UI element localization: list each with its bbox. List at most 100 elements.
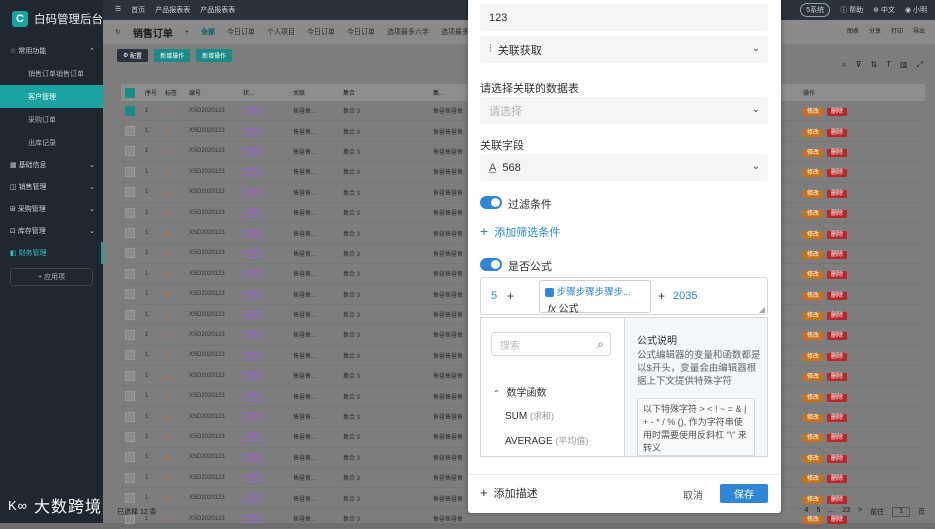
delete-button[interactable]: 删除 — [827, 128, 848, 137]
delete-button[interactable]: 删除 — [827, 475, 848, 484]
page-23[interactable]: 23 — [842, 507, 850, 517]
edit-button[interactable]: 修改 — [803, 414, 824, 423]
function-group[interactable]: ⌃ 数学函数 — [493, 384, 546, 399]
delete-button[interactable]: 删除 — [827, 250, 848, 259]
row-checkbox[interactable] — [125, 329, 135, 340]
tab-personal[interactable]: 个人项目 — [267, 27, 295, 37]
edit-button[interactable]: 修改 — [803, 291, 824, 300]
row-checkbox[interactable] — [125, 431, 135, 442]
sidebar-item-purchase[interactable]: 采购订单 — [0, 108, 103, 131]
delete-button[interactable]: 删除 — [827, 393, 848, 402]
tab-today-2[interactable]: 今日订单 — [307, 27, 335, 37]
row-checkbox[interactable] — [125, 105, 135, 116]
column-icon[interactable]: ▥ — [900, 60, 908, 70]
add-tab-icon[interactable]: + — [185, 29, 189, 36]
export-button[interactable]: 导出 — [913, 26, 925, 35]
row-checkbox[interactable] — [125, 452, 135, 463]
tab-all[interactable]: 全部 — [201, 27, 215, 37]
function-item-average[interactable]: AVERAGE (平均值) — [505, 434, 588, 447]
delete-button[interactable]: 删除 — [827, 148, 848, 157]
edit-button[interactable]: 修改 — [803, 475, 824, 484]
system-pill[interactable]: 5系统 — [800, 3, 831, 17]
row-checkbox[interactable] — [125, 472, 135, 483]
filter-icon[interactable]: ⊽ — [856, 60, 862, 70]
select-all-checkbox[interactable] — [125, 87, 135, 98]
page-4[interactable]: 4 — [805, 507, 809, 517]
language-switch[interactable]: ⊕ 中文 — [873, 5, 895, 15]
row-checkbox[interactable] — [125, 146, 135, 157]
field-select[interactable]: A̲ 568 ⌄ — [480, 154, 768, 181]
add-op-button-2[interactable]: 新增操作 — [196, 48, 233, 62]
edit-button[interactable]: 修改 — [803, 210, 824, 219]
function-search-input[interactable]: 搜索 ⌕ — [491, 332, 611, 356]
edit-button[interactable]: 修改 — [803, 250, 824, 259]
sidebar-group-common[interactable]: ☆ 常用功能 ⌃ — [0, 40, 103, 62]
edit-button[interactable]: 修改 — [803, 393, 824, 402]
page-next[interactable]: > — [858, 507, 862, 517]
add-op-button-1[interactable]: 新增操作 — [154, 48, 191, 62]
edit-button[interactable]: 修改 — [803, 189, 824, 198]
sidebar-item-outbound[interactable]: 出库记录 — [0, 131, 103, 154]
source-select[interactable]: ⫶ 关联获取 ⌄ — [480, 36, 768, 63]
print-button[interactable]: 打印 — [891, 26, 903, 35]
save-button[interactable]: 保存 — [720, 484, 768, 503]
sidebar-item-customer[interactable]: 客户管理 — [0, 85, 103, 108]
row-checkbox[interactable] — [125, 309, 135, 320]
config-button[interactable]: ⚙ 配置 — [117, 48, 149, 62]
table-select[interactable]: 请选择 ⌄ — [480, 97, 768, 124]
tab-today-3[interactable]: 今日订单 — [347, 27, 375, 37]
delete-button[interactable]: 删除 — [827, 312, 848, 321]
chart-button[interactable]: 图表 — [847, 26, 859, 35]
sidebar-group-finance[interactable]: ◧ 财务管理 — [0, 242, 103, 264]
text-size-icon[interactable]: T — [886, 60, 891, 70]
row-checkbox[interactable] — [125, 248, 135, 259]
edit-button[interactable]: 修改 — [803, 128, 824, 137]
tab-option-6[interactable]: 选项最多六字 — [387, 27, 429, 37]
edit-button[interactable]: 修改 — [803, 230, 824, 239]
value-input[interactable]: 123 — [480, 4, 768, 31]
tab-today-1[interactable]: 今日订单 — [227, 27, 255, 37]
function-item-sum[interactable]: SUM (求和) — [505, 409, 554, 422]
resize-handle-icon[interactable]: ◢ — [759, 305, 765, 314]
top-nav-home[interactable]: 首页 — [131, 5, 145, 15]
row-checkbox[interactable] — [125, 166, 135, 177]
refresh-icon[interactable]: ↻ — [115, 28, 121, 36]
edit-button[interactable]: 修改 — [803, 434, 824, 443]
delete-button[interactable]: 删除 — [827, 434, 848, 443]
user-menu[interactable]: ◉ 小明 — [905, 5, 927, 15]
top-nav-report-1[interactable]: 产品报表表 — [155, 5, 190, 15]
delete-button[interactable]: 删除 — [827, 271, 848, 280]
goto-input[interactable]: 1 — [892, 507, 910, 517]
sidebar-group-sales[interactable]: ◫ 销售管理 ⌄ — [0, 176, 103, 198]
page-5[interactable]: 5 — [816, 507, 820, 517]
edit-button[interactable]: 修改 — [803, 312, 824, 321]
delete-button[interactable]: 删除 — [827, 189, 848, 198]
formula-variable-chip[interactable]: 步骤步骤步骤步... fx 公式 — [539, 280, 651, 315]
add-filter-button[interactable]: + 添加筛选条件 — [480, 223, 560, 240]
search-icon[interactable]: ⌕ — [842, 60, 846, 70]
add-app-button[interactable]: + 应用项 — [10, 268, 93, 286]
row-checkbox[interactable] — [125, 350, 135, 361]
edit-button[interactable]: 修改 — [803, 373, 824, 382]
edit-button[interactable]: 修改 — [803, 352, 824, 361]
edit-button[interactable]: 修改 — [803, 454, 824, 463]
row-checkbox[interactable] — [125, 411, 135, 422]
delete-button[interactable]: 删除 — [827, 169, 848, 178]
edit-button[interactable]: 修改 — [803, 332, 824, 341]
edit-button[interactable]: 修改 — [803, 108, 824, 117]
delete-button[interactable]: 删除 — [827, 210, 848, 219]
sidebar-group-purchase[interactable]: ⊞ 采购管理 ⌄ — [0, 198, 103, 220]
row-checkbox[interactable] — [125, 187, 135, 198]
edit-button[interactable]: 修改 — [803, 271, 824, 280]
delete-button[interactable]: 删除 — [827, 108, 848, 117]
delete-button[interactable]: 删除 — [827, 332, 848, 341]
delete-button[interactable]: 删除 — [827, 414, 848, 423]
fullscreen-icon[interactable]: ⤢ — [917, 60, 923, 70]
row-checkbox[interactable] — [125, 126, 135, 137]
top-nav-report-2[interactable]: 产品报表表 — [200, 5, 235, 15]
formula-toggle[interactable] — [480, 258, 502, 271]
edit-button[interactable]: 修改 — [803, 169, 824, 178]
sidebar-item-sales-order[interactable]: 销售订单销售订单 — [0, 62, 103, 85]
sort-icon[interactable]: ⇅ — [870, 60, 877, 70]
delete-button[interactable]: 删除 — [827, 373, 848, 382]
